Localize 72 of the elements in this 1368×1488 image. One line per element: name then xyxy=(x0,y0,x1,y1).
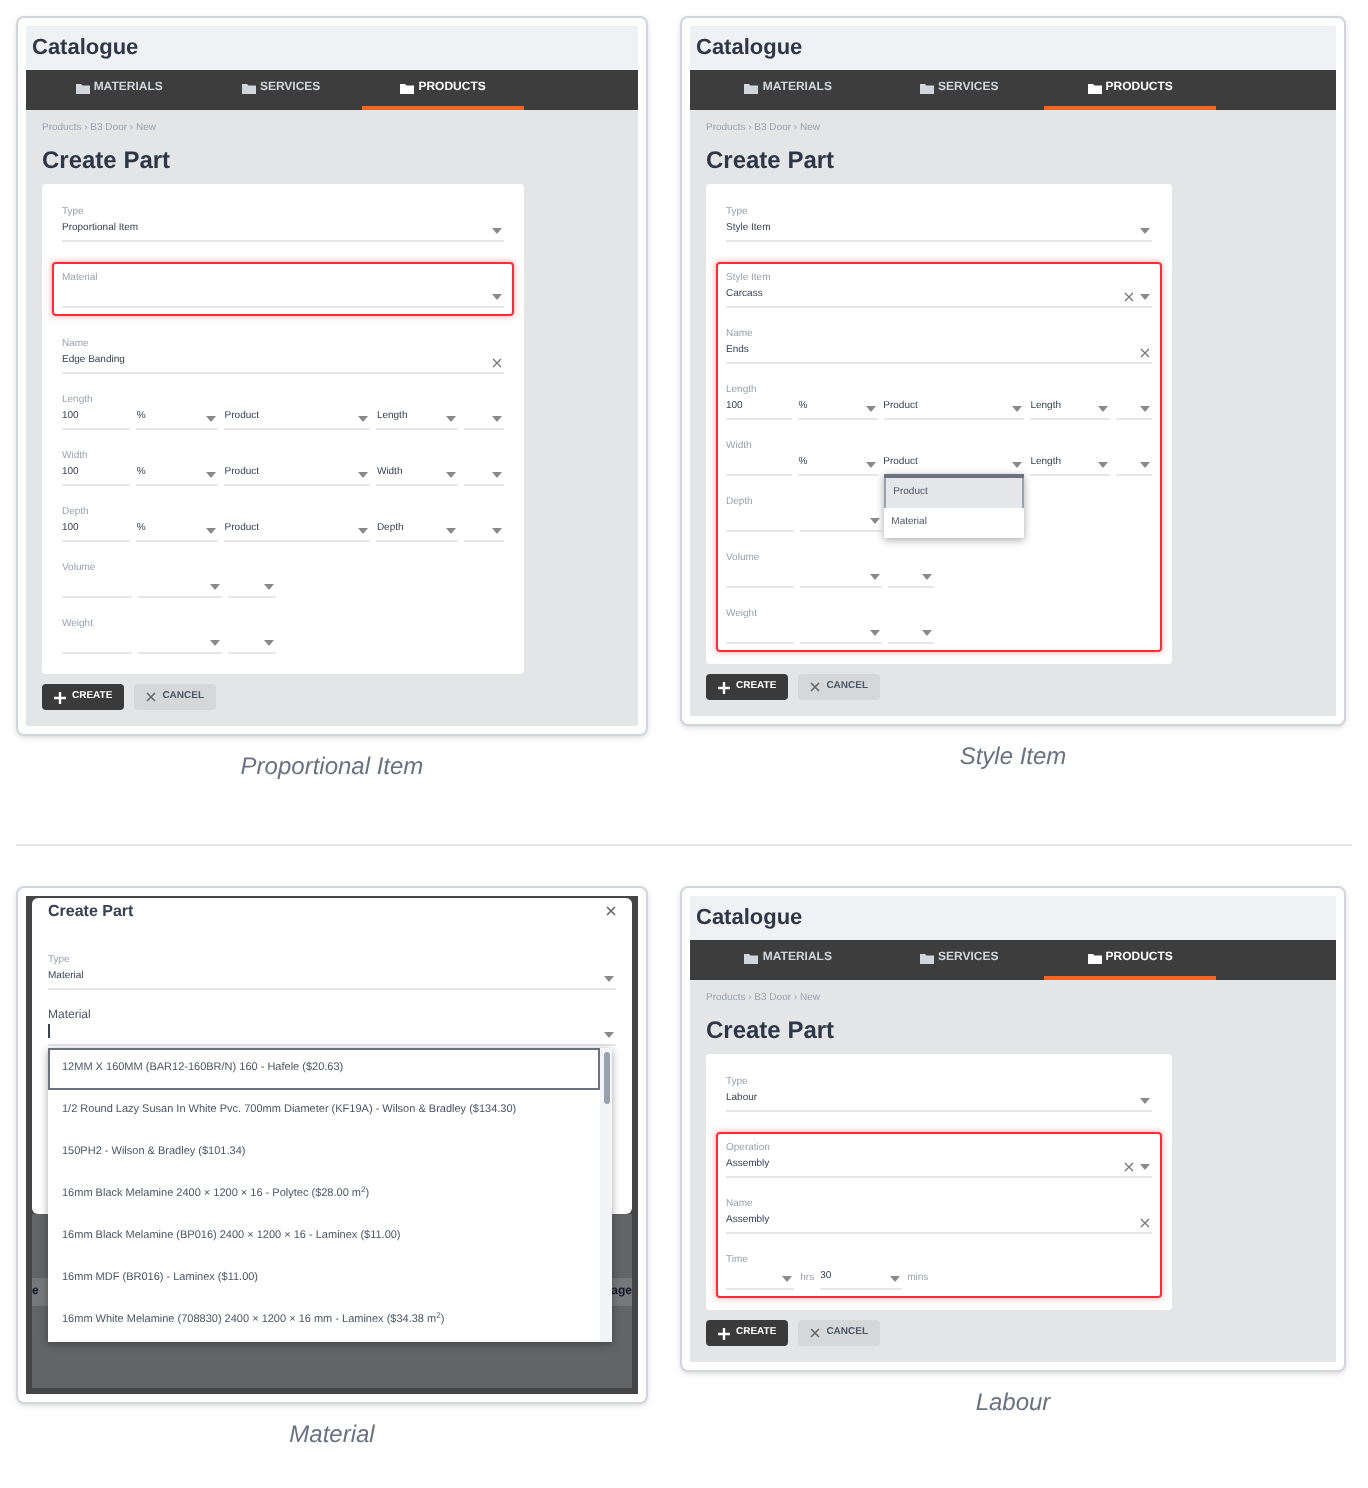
caret-icon xyxy=(264,639,275,645)
app-title: Catalogue xyxy=(696,33,803,64)
dialog-title: Create Part xyxy=(48,902,134,920)
caret-icon xyxy=(210,639,221,645)
folder-icon xyxy=(241,83,256,93)
scrollbar[interactable] xyxy=(603,1052,609,1104)
caret-icon xyxy=(1140,227,1151,233)
caret-icon xyxy=(869,629,880,635)
caret-icon xyxy=(206,527,217,533)
app-title: Catalogue xyxy=(32,33,139,64)
caret-icon xyxy=(889,1275,900,1281)
caret-icon xyxy=(1140,1097,1151,1103)
caret-icon xyxy=(1140,1163,1151,1169)
clear-icon[interactable] xyxy=(1124,291,1135,301)
page-heading: Create Part xyxy=(42,146,173,176)
clear-icon[interactable] xyxy=(1140,347,1151,357)
folder-icon xyxy=(1087,953,1102,963)
caret-icon xyxy=(922,629,933,635)
caret-icon xyxy=(1097,461,1108,467)
caret-icon xyxy=(1140,405,1151,411)
clear-icon[interactable] xyxy=(1140,1217,1151,1227)
folder-icon xyxy=(744,83,759,93)
page-heading: Create Part xyxy=(706,146,837,176)
caret-icon xyxy=(491,415,502,421)
caret-icon xyxy=(1012,405,1023,411)
caret-icon xyxy=(869,517,880,523)
caret-icon xyxy=(1140,461,1151,467)
caret-icon xyxy=(865,461,876,467)
folder-icon xyxy=(744,953,759,963)
caret-icon xyxy=(264,583,275,589)
caret-icon xyxy=(1097,405,1108,411)
caret-icon xyxy=(922,573,933,579)
caret-icon xyxy=(491,471,502,477)
close-icon[interactable] xyxy=(606,906,616,916)
plus-icon xyxy=(54,691,66,703)
close-icon xyxy=(810,1328,821,1338)
folder-icon xyxy=(1087,83,1102,93)
caption: Labour xyxy=(973,1386,1053,1420)
caret-icon xyxy=(446,527,457,533)
folder-icon xyxy=(920,83,935,93)
plus-icon xyxy=(718,1327,730,1339)
folder-icon xyxy=(920,953,935,963)
caption: Style Item xyxy=(957,740,1069,774)
clear-icon[interactable] xyxy=(491,357,502,367)
caret-icon xyxy=(869,573,880,579)
folder-icon xyxy=(400,83,415,93)
caret-icon xyxy=(358,527,369,533)
caret-icon xyxy=(491,293,502,299)
caret-icon xyxy=(210,583,221,589)
caret-icon xyxy=(1140,293,1151,299)
caret-icon xyxy=(446,415,457,421)
caret-icon xyxy=(604,975,614,981)
plus-icon xyxy=(718,681,730,693)
caption: Material xyxy=(287,1418,377,1452)
caret-icon xyxy=(446,471,457,477)
close-icon xyxy=(146,692,157,702)
caption: Proportional Item xyxy=(238,750,426,784)
caret-icon xyxy=(782,1275,793,1281)
caret-icon xyxy=(358,471,369,477)
clear-icon[interactable] xyxy=(1124,1161,1135,1171)
caret-icon xyxy=(358,415,369,421)
page-heading: Create Part xyxy=(706,1016,837,1046)
caret-icon xyxy=(206,415,217,421)
app-title: Catalogue xyxy=(696,903,803,934)
caret-icon xyxy=(491,227,502,233)
folder-icon xyxy=(75,83,90,93)
caret-icon xyxy=(206,471,217,477)
caret-icon xyxy=(865,405,876,411)
caret-icon xyxy=(1012,461,1023,467)
caret-icon xyxy=(604,1031,614,1037)
caret-icon xyxy=(491,527,502,533)
close-icon xyxy=(810,682,821,692)
